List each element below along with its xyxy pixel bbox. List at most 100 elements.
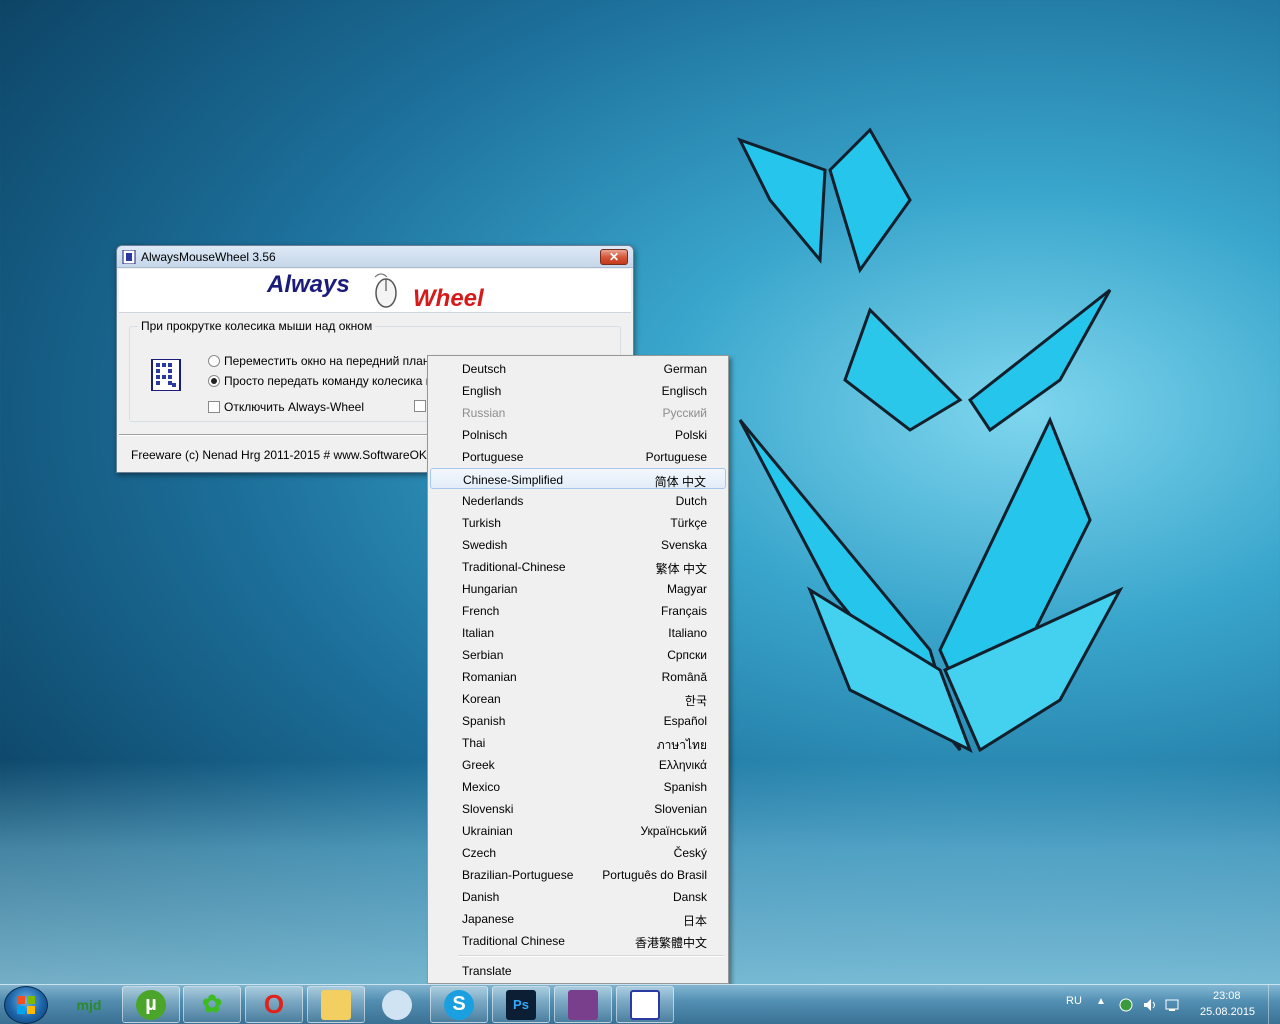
taskbar-icq-button[interactable]: ✿ <box>183 986 241 1023</box>
menu-item-language[interactable]: Danish Dansk <box>430 886 726 907</box>
windows-logo-icon <box>17 996 35 1014</box>
menu-item-label: English <box>462 384 502 398</box>
checkbox-second[interactable] <box>414 400 426 412</box>
tray-expand-icon[interactable]: ▲ <box>1096 996 1106 1007</box>
checkbox-disable-always-wheel[interactable] <box>208 401 220 413</box>
logo-always-text: Always <box>267 271 350 298</box>
menu-item-language[interactable]: Mexico Spanish <box>430 776 726 797</box>
menu-item-label: Danish <box>462 890 500 904</box>
menu-item-language[interactable]: Japanese 日本 <box>430 908 726 929</box>
menu-item-native-name: Italiano <box>668 626 707 640</box>
radio-bring-to-front[interactable] <box>208 355 220 367</box>
disable-always-wheel[interactable]: Отключить Always-Wheel <box>208 400 364 414</box>
network-icon[interactable] <box>1118 997 1134 1013</box>
menu-item-language[interactable]: Thai ภาษาไทย <box>430 732 726 753</box>
menu-item-native-name: 日本 <box>682 914 707 928</box>
menu-item-native-name: 繁体 中文 <box>655 562 707 576</box>
menu-item-language[interactable]: Spanish Español <box>430 710 726 731</box>
menu-item-language[interactable]: Brazilian-Portuguese Português do Brasil <box>430 864 726 885</box>
menu-item-native-name: Slovenian <box>654 802 707 816</box>
menu-item-native-name: Український <box>640 824 707 838</box>
menu-item-language[interactable]: Ukrainian Український <box>430 820 726 841</box>
menu-item-language[interactable]: Chinese-Simplified 简体 中文 <box>430 468 726 489</box>
option-pass-wheel-command[interactable]: Просто передать команду колесика мы <box>208 374 443 388</box>
menu-item-label: Ukrainian <box>462 824 513 838</box>
menu-item-label: Polnisch <box>462 428 508 442</box>
alwaysmousewheel-app-icon <box>122 250 136 264</box>
menu-item-native-name: Српски <box>667 648 707 662</box>
menu-item-language[interactable]: Italian Italiano <box>430 622 726 643</box>
menu-item-language[interactable]: Serbian Српски <box>430 644 726 665</box>
close-button[interactable]: ✕ <box>600 249 628 265</box>
menu-item-language[interactable]: Turkish Türkçe <box>430 512 726 533</box>
option-bring-to-front-label: Переместить окно на передний план (ко <box>224 354 449 368</box>
menu-separator <box>458 955 724 957</box>
menu-item-label: Turkish <box>462 516 501 530</box>
menu-item-label: Thai <box>462 736 486 750</box>
menu-item-language[interactable]: Czech Český <box>430 842 726 863</box>
taskbar-skype-button[interactable]: S <box>430 986 488 1023</box>
menu-item-native-name: Portuguese <box>645 450 707 464</box>
menu-item-language[interactable]: Polnisch Polski <box>430 424 726 445</box>
menu-item-language[interactable]: Deutsch German <box>430 358 726 379</box>
menu-item-label: Nederlands <box>462 494 524 508</box>
taskbar-opera-button[interactable]: O <box>245 986 303 1023</box>
start-button[interactable] <box>4 986 48 1024</box>
menu-item-label: Brazilian-Portuguese <box>462 868 574 882</box>
menu-item-translate[interactable]: Translate <box>430 960 726 981</box>
menu-item-label: Japanese <box>462 912 515 926</box>
menu-item-label: French <box>462 604 500 618</box>
menu-item-native-name: Englisch <box>661 384 707 398</box>
menu-item-label: Traditional Chinese <box>462 934 565 948</box>
menu-item-label: Spanish <box>462 714 506 728</box>
bird-icon <box>382 989 412 1020</box>
menu-item-native-name: Português do Brasil <box>602 868 707 882</box>
menu-item-native-name: Polski <box>674 428 707 442</box>
menu-item-language[interactable]: Traditional-Chinese 繁体 中文 <box>430 556 726 577</box>
footer-link[interactable]: Freeware (c) Nenad Hrg 2011-2015 # www.S… <box>131 448 453 462</box>
option-bring-to-front[interactable]: Переместить окно на передний план (ко <box>208 354 449 368</box>
menu-item-label: Translate <box>462 964 512 978</box>
menu-item-language: Russian Русский <box>430 402 726 423</box>
menu-item-language[interactable]: Slovenski Slovenian <box>430 798 726 819</box>
butterfly-wallpaper-art <box>736 127 1124 754</box>
clock-date[interactable]: 25.08.2015 <box>1200 1006 1255 1018</box>
menu-item-label: Italian <box>462 626 495 640</box>
taskbar-winrar-button[interactable] <box>554 986 612 1023</box>
language-context-menu: Deutsch German English Englisch Russian Русск… <box>427 355 729 984</box>
taskbar-app-bird-button[interactable] <box>368 986 426 1023</box>
menu-item-language[interactable]: Hungarian Magyar <box>430 578 726 599</box>
volume-icon[interactable] <box>1142 997 1158 1013</box>
window-titlebar[interactable]: AlwaysMouseWheel 3.56 ✕ <box>117 246 633 268</box>
taskbar-explorer-button[interactable] <box>307 986 365 1023</box>
menu-item-language[interactable]: Traditional Chinese 香港繁體中文 <box>430 930 726 951</box>
menu-item-language[interactable]: Romanian Română <box>430 666 726 687</box>
menu-item-language[interactable]: French Français <box>430 600 726 621</box>
opera-icon: O <box>263 989 285 1019</box>
taskbar-photoshop-button[interactable]: Ps <box>492 986 550 1023</box>
photoshop-icon: Ps <box>506 989 536 1020</box>
menu-item-language[interactable]: Nederlands Dutch <box>430 490 726 511</box>
clock-time[interactable]: 23:08 <box>1213 990 1241 1002</box>
mouse-icon <box>374 273 397 308</box>
menu-item-language[interactable]: English Englisch <box>430 380 726 401</box>
show-desktop-button[interactable] <box>1268 985 1280 1024</box>
menu-item-language[interactable]: Swedish Svenska <box>430 534 726 555</box>
logo-banner: Always Wheel <box>119 269 631 313</box>
menu-item-label: Chinese-Simplified <box>463 473 564 487</box>
taskbar-mjd-app-button[interactable]: mjd <box>60 986 118 1023</box>
radio-pass-wheel-command[interactable] <box>208 375 220 387</box>
language-indicator[interactable]: RU <box>1066 995 1082 1007</box>
alwaysmousewheel-icon <box>630 989 660 1020</box>
menu-item-label: Deutsch <box>462 362 507 376</box>
action-center-flag-icon[interactable] <box>1164 997 1180 1013</box>
taskbar-alwaysmousewheel-button[interactable] <box>616 986 674 1023</box>
menu-item-language[interactable]: Korean 한국 <box>430 688 726 709</box>
menu-item-language[interactable]: Portuguese Portuguese <box>430 446 726 467</box>
mjd-icon: mjd <box>76 996 102 1013</box>
taskbar-utorrent-button[interactable]: µ <box>122 986 180 1023</box>
utorrent-icon: µ <box>136 989 166 1020</box>
logo-wheel-text: Wheel <box>413 285 484 312</box>
second-checkbox[interactable] <box>414 400 426 412</box>
menu-item-language[interactable]: Greek Ελληνικά <box>430 754 726 775</box>
